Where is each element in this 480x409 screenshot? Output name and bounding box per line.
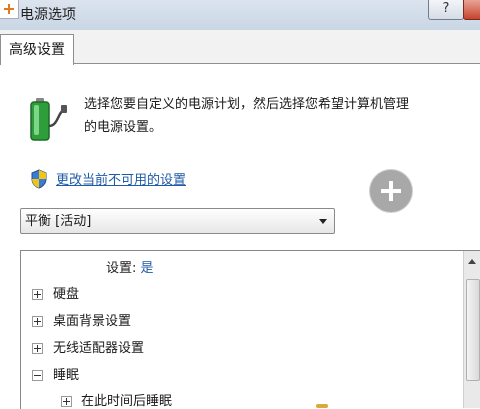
scrollbar[interactable] xyxy=(463,251,480,408)
tree-item-sleep[interactable]: 睡眠 xyxy=(53,364,79,383)
cursor-icon xyxy=(316,404,328,408)
tree-item-sleep-after[interactable]: 在此时间后睡眠 xyxy=(81,390,172,409)
add-icon[interactable] xyxy=(370,170,412,212)
setting-value[interactable]: 是 xyxy=(141,261,154,276)
description: 选择您要自定义的电源计划，然后选择您希望计算机管理 的电源设置。 xyxy=(84,93,409,139)
scroll-thumb[interactable] xyxy=(466,279,480,381)
battery-plug-icon xyxy=(30,98,67,141)
settings-tree: 设置: 是 硬盘 桌面背景设置 无线适配器设置 睡眠 在此时间后睡眠 xyxy=(20,250,480,409)
power-options-icon[interactable] xyxy=(0,0,19,19)
description-line-2: 的电源设置。 xyxy=(84,120,163,135)
change-unavailable-settings-link[interactable]: 更改当前不可用的设置 xyxy=(56,169,186,188)
window-title: 电源选项 xyxy=(20,7,76,23)
expand-icon[interactable] xyxy=(32,316,43,327)
uac-shield-icon xyxy=(31,169,47,189)
power-plan-select[interactable]: 平衡 [活动] xyxy=(20,208,335,234)
close-button[interactable] xyxy=(463,0,480,20)
tree-item-wireless-adapter[interactable]: 无线适配器设置 xyxy=(53,337,144,356)
description-line-1: 选择您要自定义的电源计划，然后选择您希望计算机管理 xyxy=(84,97,410,112)
power-plan-value: 平衡 [活动] xyxy=(25,214,92,229)
setting-key: 设置: xyxy=(106,261,137,276)
collapse-icon[interactable] xyxy=(32,370,43,381)
help-button[interactable]: ? xyxy=(428,0,464,20)
expand-icon[interactable] xyxy=(32,289,43,300)
tree-item-desktop-background[interactable]: 桌面背景设置 xyxy=(53,310,131,329)
expand-icon[interactable] xyxy=(32,343,43,354)
title-bar: 电源选项 ? xyxy=(0,0,480,30)
tab-advanced-settings[interactable]: 高级设置 xyxy=(0,34,74,65)
tree-item-hard-disk[interactable]: 硬盘 xyxy=(53,283,79,302)
setting-summary: 设置: 是 xyxy=(106,257,154,276)
scroll-up-arrow-icon[interactable] xyxy=(468,259,476,264)
chevron-down-icon xyxy=(319,219,327,224)
expand-icon[interactable] xyxy=(61,396,72,407)
